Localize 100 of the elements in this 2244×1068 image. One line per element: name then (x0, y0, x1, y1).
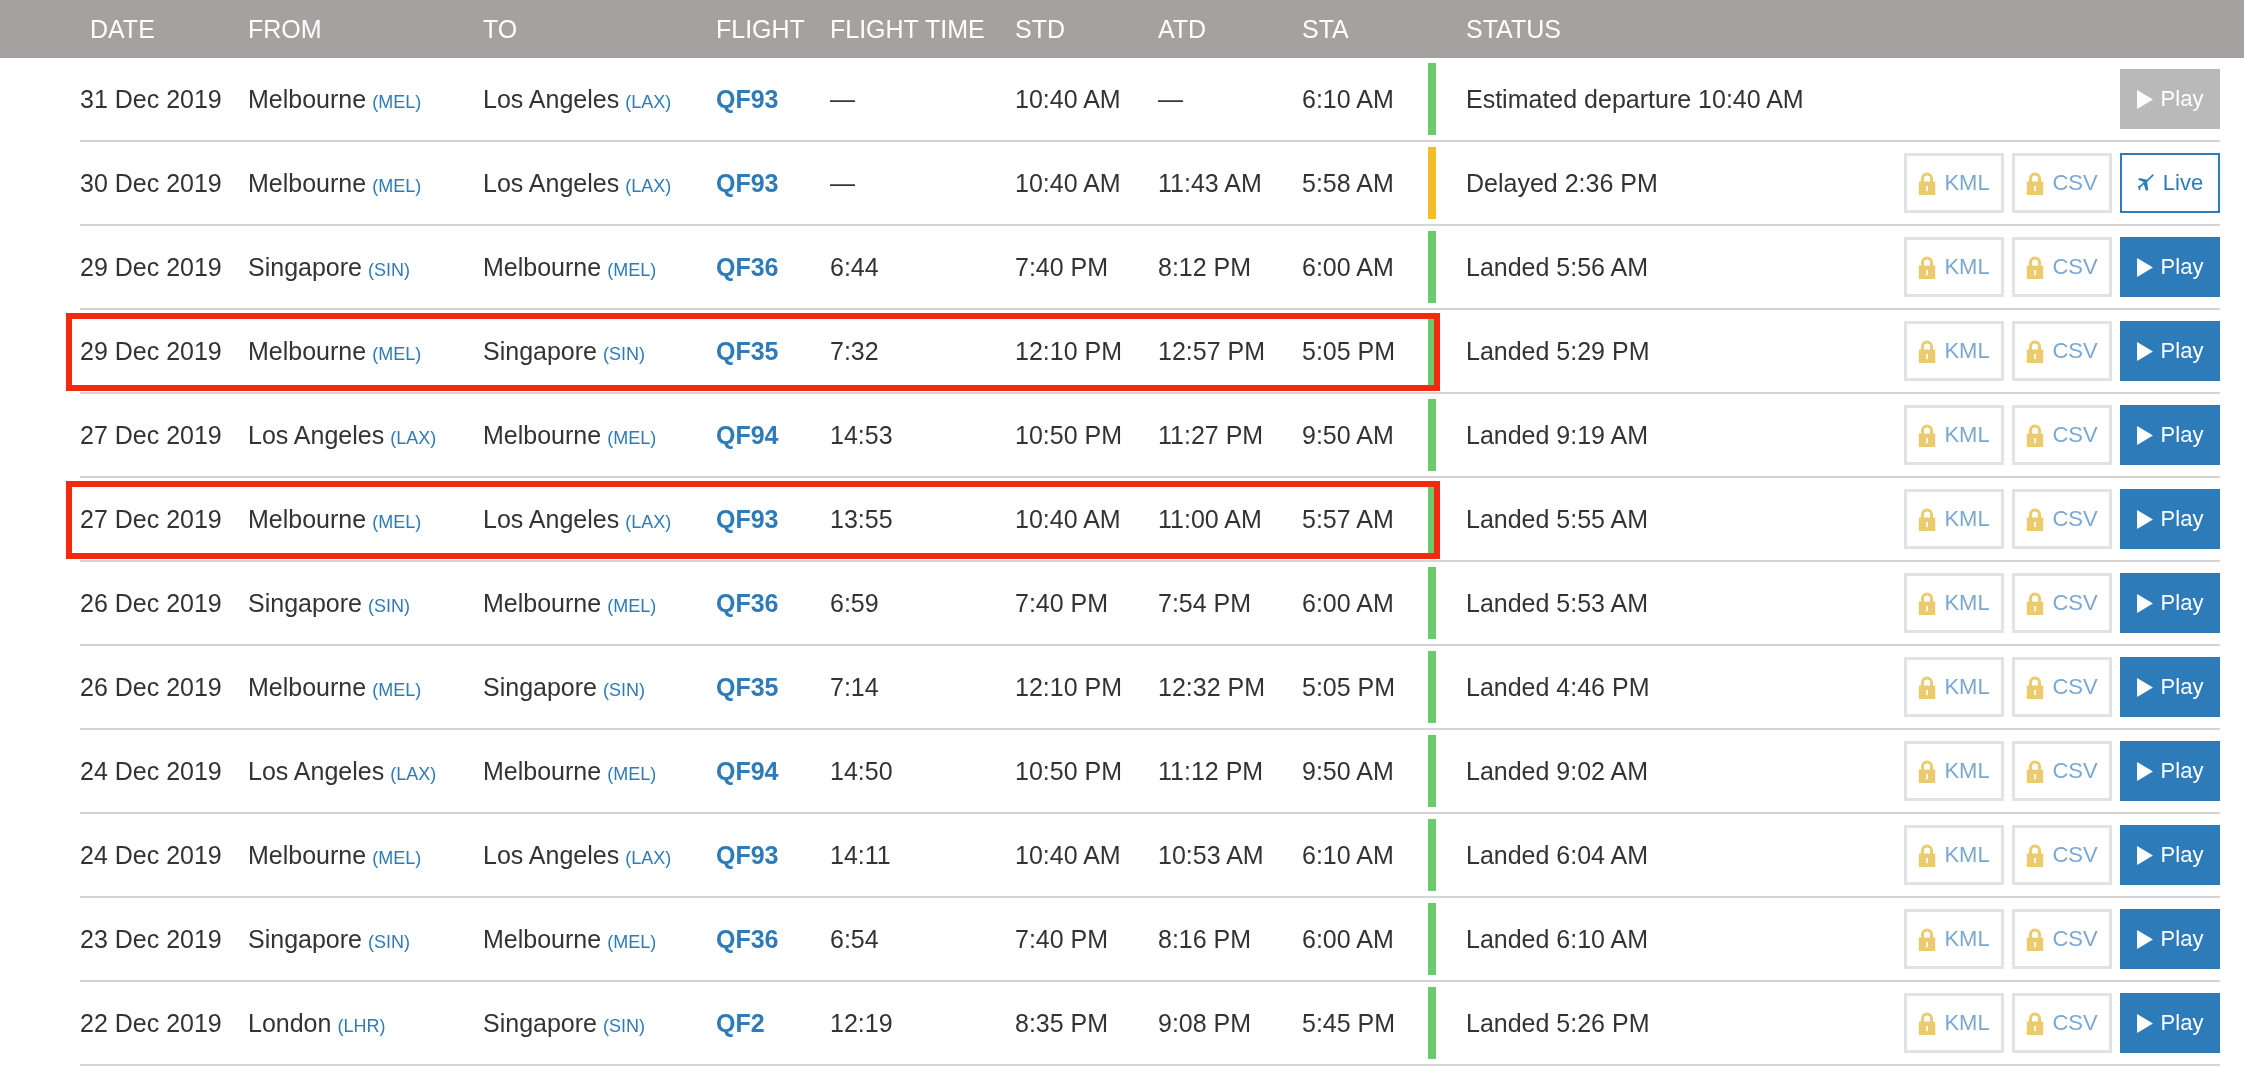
column-header: ATD (1158, 14, 1208, 44)
flight-time-cell-text: 14:53 (830, 420, 894, 450)
date-cell-text: 29 Dec 2019 (80, 252, 223, 282)
column-header: FLIGHT (716, 14, 806, 44)
lock-icon (1918, 675, 1937, 699)
csv-button[interactable]: CSV (2012, 153, 2112, 213)
kml-button[interactable]: KML (1904, 657, 2004, 717)
destination-city: Melbourne (483, 588, 602, 618)
flight-time-cell-text: 13:55 (830, 504, 894, 534)
play-button[interactable]: Play (2120, 657, 2220, 717)
atd-cell-text: 10:53 AM (1158, 840, 1265, 870)
atd-cell-text: 11:12 PM (1158, 756, 1265, 786)
lock-icon (2026, 423, 2045, 447)
std-cell-text: 12:10 PM (1015, 672, 1123, 702)
csv-button[interactable]: CSV (2012, 237, 2112, 297)
status-cell-text: Landed 5:55 AM (1465, 504, 1650, 534)
flight-link[interactable]: QF36 (716, 924, 779, 953)
std-cell-text: 7:40 PM (1015, 924, 1110, 954)
flight-link[interactable]: QF94 (716, 756, 779, 785)
status-cell-text: Landed 6:10 AM (1465, 924, 1650, 954)
date-cell-text: 30 Dec 2019 (80, 168, 223, 198)
airport-code: (SIN) (603, 679, 645, 701)
kml-button[interactable]: KML (1904, 825, 2004, 885)
kml-button[interactable]: KML (1904, 153, 2004, 213)
atd-cell-text: 9:08 PM (1158, 1008, 1253, 1038)
airport-code: (LAX) (625, 91, 672, 113)
atd-cell-text: 11:27 PM (1158, 420, 1265, 450)
date-cell-text: 24 Dec 2019 (80, 840, 223, 870)
flight-link[interactable]: QF93 (716, 168, 779, 197)
flight-time-cell-text: 6:59 (830, 588, 880, 618)
sta-cell-text: 6:00 AM (1302, 252, 1395, 282)
csv-button[interactable]: CSV (2012, 993, 2112, 1053)
plane-icon (2136, 174, 2155, 192)
flight-link[interactable]: QF35 (716, 336, 779, 365)
lock-icon (1918, 927, 1937, 951)
live-button[interactable]: Live (2120, 153, 2220, 213)
kml-button[interactable]: KML (1904, 909, 2004, 969)
play-button[interactable]: Play (2120, 321, 2220, 381)
column-header: FLIGHT TIME (830, 14, 986, 44)
lock-icon (1918, 843, 1937, 867)
column-header: DATE (89, 14, 156, 44)
play-button[interactable]: Play (2120, 489, 2220, 549)
csv-button[interactable]: CSV (2012, 489, 2112, 549)
play-button[interactable]: Play (2120, 909, 2220, 969)
lock-icon (2026, 759, 2045, 783)
flight-link[interactable]: QF93 (716, 84, 779, 113)
play-button[interactable]: Play (2120, 237, 2220, 297)
airport-code: (LAX) (625, 175, 672, 197)
play-icon (2136, 425, 2153, 445)
play-button[interactable]: Play (2120, 825, 2220, 885)
play-button[interactable]: Play (2120, 993, 2220, 1053)
std-cell-text: 10:40 AM (1015, 840, 1122, 870)
kml-button[interactable]: KML (1904, 741, 2004, 801)
origin-city: Melbourne (248, 336, 367, 366)
play-icon (2136, 89, 2153, 109)
lock-icon (2026, 843, 2045, 867)
play-icon (2136, 1013, 2153, 1033)
play-icon (2136, 677, 2153, 697)
column-header: STD (1015, 14, 1066, 44)
csv-button[interactable]: CSV (2012, 741, 2112, 801)
play-button[interactable]: Play (2120, 573, 2220, 633)
flight-link[interactable]: QF36 (716, 588, 779, 617)
csv-button[interactable]: CSV (2012, 909, 2112, 969)
flight-link[interactable]: QF2 (716, 1008, 765, 1037)
kml-button[interactable]: KML (1904, 573, 2004, 633)
date-cell-text: 24 Dec 2019 (80, 756, 223, 786)
airport-code: (LAX) (390, 427, 437, 449)
airport-code: (MEL) (607, 259, 657, 281)
csv-button[interactable]: CSV (2012, 321, 2112, 381)
flight-link[interactable]: QF93 (716, 840, 779, 869)
lock-icon (2026, 255, 2045, 279)
flight-link[interactable]: QF93 (716, 504, 779, 533)
airport-code: (SIN) (603, 1015, 645, 1037)
play-icon (2136, 845, 2153, 865)
flight-link[interactable]: QF35 (716, 672, 779, 701)
csv-button[interactable]: CSV (2012, 825, 2112, 885)
flight-link[interactable]: QF36 (716, 252, 779, 281)
kml-button[interactable]: KML (1904, 489, 2004, 549)
kml-button[interactable]: KML (1904, 993, 2004, 1053)
play-button[interactable]: Play (2120, 741, 2220, 801)
origin-city: Melbourne (248, 84, 367, 114)
csv-button[interactable]: CSV (2012, 405, 2112, 465)
airport-code: (LAX) (625, 847, 672, 869)
csv-button[interactable]: CSV (2012, 657, 2112, 717)
lock-icon (2026, 171, 2045, 195)
flight-link[interactable]: QF94 (716, 420, 779, 449)
play-button[interactable]: Play (2120, 405, 2220, 465)
column-header: STA (1302, 14, 1350, 44)
kml-button[interactable]: KML (1904, 405, 2004, 465)
destination-city: Los Angeles (483, 840, 620, 870)
kml-button[interactable]: KML (1904, 321, 2004, 381)
status-cell-text: Landed 5:56 AM (1465, 252, 1650, 282)
destination-city: Los Angeles (483, 504, 620, 534)
date-cell-text: 22 Dec 2019 (80, 1008, 223, 1038)
lock-icon (1918, 339, 1937, 363)
play-icon (2136, 341, 2153, 361)
csv-button[interactable]: CSV (2012, 573, 2112, 633)
play-icon (2136, 761, 2153, 781)
origin-city: Singapore (248, 588, 362, 618)
kml-button[interactable]: KML (1904, 237, 2004, 297)
